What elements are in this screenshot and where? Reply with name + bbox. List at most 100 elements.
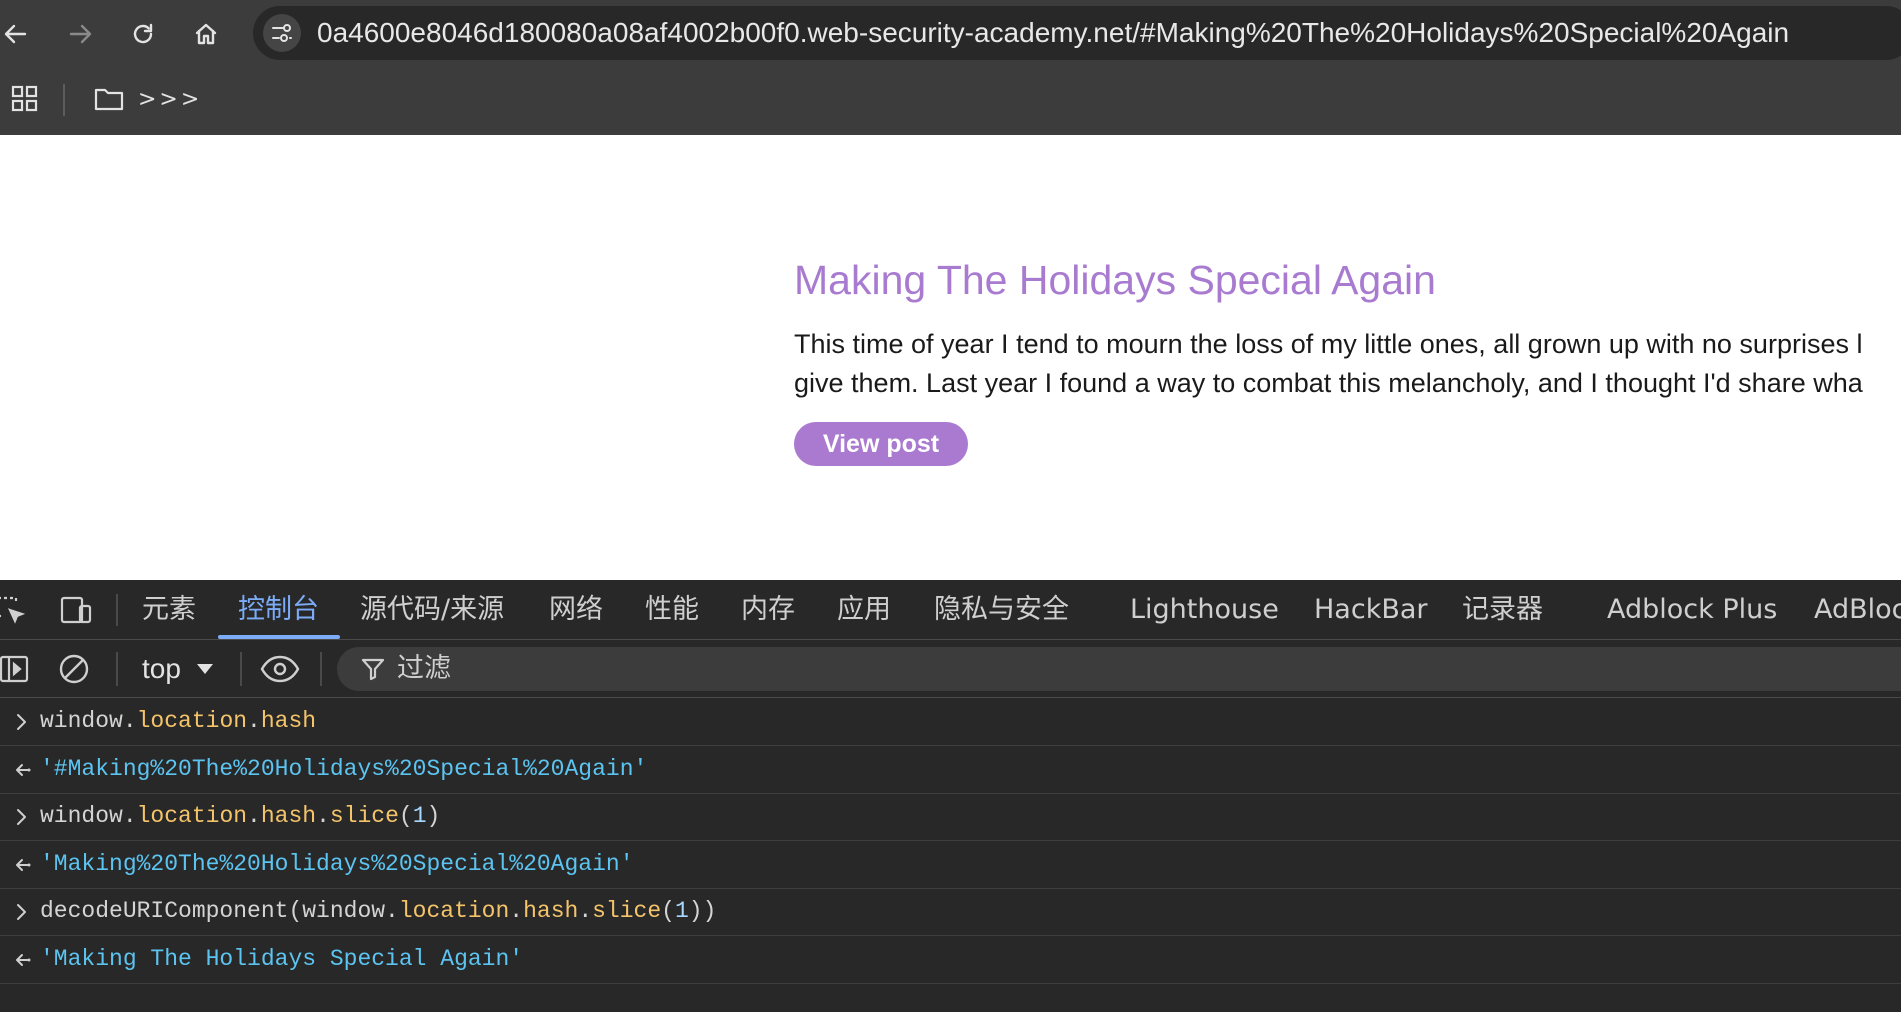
bookmarks-overflow[interactable]: >>> bbox=[138, 84, 202, 116]
code-token: hash bbox=[260, 708, 317, 734]
browser-toolbar: 0a4600e8046d180080a08af4002b00f0.web-sec… bbox=[0, 0, 1901, 66]
inspect-button[interactable] bbox=[0, 594, 28, 633]
code-token: . bbox=[247, 708, 261, 734]
tab-adblock-plus[interactable]: Adblock Plus bbox=[1607, 580, 1777, 639]
address-bar[interactable]: 0a4600e8046d180080a08af4002b00f0.web-sec… bbox=[253, 6, 1901, 60]
tab-recorder[interactable]: 记录器 bbox=[1462, 580, 1543, 639]
tab-lighthouse[interactable]: Lighthouse bbox=[1130, 580, 1279, 639]
device-toolbar-button[interactable] bbox=[58, 594, 94, 633]
code-token: hash bbox=[523, 898, 579, 924]
console-input-row[interactable]: decodeURIComponent(window.location.hash.… bbox=[0, 888, 1901, 936]
tab-adblock[interactable]: AdBloc bbox=[1814, 580, 1901, 639]
arrow-left-icon bbox=[4, 24, 27, 44]
return-arrow-icon bbox=[16, 858, 31, 871]
post-summary-line: give them. Last year I found a way to co… bbox=[794, 368, 1863, 398]
code-token: ( bbox=[661, 898, 675, 924]
filter-icon bbox=[361, 658, 385, 681]
console-output-row[interactable]: '#Making%20The%20Holidays%20Special%20Ag… bbox=[0, 746, 1901, 794]
site-info-button[interactable] bbox=[263, 14, 301, 52]
console-code: window.location.hash.slice(1) bbox=[40, 793, 440, 840]
code-token: '#Making%20The%20Holidays%20Special%20Ag… bbox=[40, 755, 648, 782]
eye-icon bbox=[260, 655, 300, 683]
code-token: ( bbox=[398, 803, 413, 829]
code-token: hash bbox=[260, 803, 317, 829]
tab-console[interactable]: 控制台 bbox=[238, 580, 319, 639]
code-token: location bbox=[136, 803, 248, 829]
tab-elements[interactable]: 元素 bbox=[142, 580, 196, 639]
back-button[interactable] bbox=[0, 14, 36, 54]
code-token: slice bbox=[592, 898, 662, 924]
tab-network[interactable]: 网络 bbox=[549, 580, 603, 639]
console-code: decodeURIComponent(window.location.hash.… bbox=[40, 888, 716, 935]
tab-performance[interactable]: 性能 bbox=[645, 580, 699, 639]
code-token: 'Making The Holidays Special Again' bbox=[40, 945, 524, 972]
live-expression-button[interactable] bbox=[260, 652, 300, 691]
post-title[interactable]: Making The Holidays Special Again bbox=[794, 257, 1436, 304]
code-token: 1 bbox=[412, 803, 427, 829]
code-token: . bbox=[316, 803, 330, 829]
devtools-panel: 元素 控制台 源代码/来源 网络 性能 内存 应用 隐私与安全 Lighthou… bbox=[0, 580, 1901, 1012]
bookmark-folder[interactable] bbox=[93, 84, 125, 119]
sidebar-toggle-icon bbox=[0, 655, 29, 683]
code-token: location bbox=[398, 898, 510, 924]
chevron-right-icon bbox=[17, 714, 26, 730]
url-text[interactable]: 0a4600e8046d180080a08af4002b00f0.web-sec… bbox=[317, 6, 1789, 60]
console-output-row[interactable]: 'Making%20The%20Holidays%20Special%20Aga… bbox=[0, 841, 1901, 889]
code-token: . bbox=[509, 898, 524, 924]
folder-icon bbox=[94, 88, 124, 111]
return-arrow-icon bbox=[16, 763, 31, 776]
console-output: window.location.hash '#Making%20The%20Hol… bbox=[0, 698, 1901, 1012]
chevron-right-icon bbox=[17, 809, 26, 825]
home-button[interactable] bbox=[186, 14, 226, 54]
home-icon bbox=[195, 23, 217, 45]
context-selector[interactable]: top bbox=[142, 640, 181, 697]
inspect-element-icon bbox=[0, 596, 26, 624]
console-input-row[interactable]: window.location.hash.slice(1) bbox=[0, 793, 1901, 841]
tab-hackbar[interactable]: HackBar bbox=[1314, 580, 1428, 639]
sidebar-toggle-button[interactable] bbox=[0, 652, 32, 691]
post-summary-line: This time of year I tend to mourn the lo… bbox=[794, 329, 1863, 359]
code-token: . bbox=[247, 803, 261, 829]
tab-privacy-security[interactable]: 隐私与安全 bbox=[934, 580, 1069, 639]
tab-memory[interactable]: 内存 bbox=[741, 580, 795, 639]
active-tab-indicator bbox=[218, 635, 340, 639]
tab-divider bbox=[116, 594, 118, 626]
code-token: location bbox=[136, 708, 248, 734]
clear-console-button[interactable] bbox=[57, 652, 91, 691]
forward-button[interactable] bbox=[60, 14, 100, 54]
code-token: slice bbox=[329, 803, 399, 829]
device-toolbar-icon bbox=[60, 596, 92, 624]
code-token: 1 bbox=[674, 898, 689, 924]
chevron-right-icon bbox=[17, 904, 26, 920]
apps-button[interactable] bbox=[10, 84, 40, 119]
bookmarks-bar: >>> bbox=[0, 66, 1901, 135]
tab-sources[interactable]: 源代码/来源 bbox=[360, 580, 504, 639]
code-token: ) bbox=[426, 803, 441, 829]
console-input-row[interactable]: window.location.hash bbox=[0, 698, 1901, 746]
post-summary: This time of year I tend to mourn the lo… bbox=[794, 325, 1901, 403]
arrow-right-icon bbox=[69, 24, 92, 44]
code-token: )) bbox=[688, 898, 717, 924]
code-token: . bbox=[578, 898, 593, 924]
clear-console-icon bbox=[59, 654, 89, 684]
code-token: window. bbox=[40, 708, 137, 734]
reload-icon bbox=[133, 23, 153, 44]
tune-icon bbox=[272, 24, 292, 42]
console-code: window.location.hash bbox=[40, 698, 316, 745]
code-token: decodeURIComponent(window. bbox=[40, 898, 399, 924]
console-code: '#Making%20The%20Holidays%20Special%20Ag… bbox=[40, 746, 647, 793]
tab-application[interactable]: 应用 bbox=[837, 580, 891, 639]
reload-button[interactable] bbox=[123, 14, 163, 54]
filter-input[interactable]: 过滤 bbox=[337, 647, 1901, 691]
filter-placeholder: 过滤 bbox=[397, 653, 451, 684]
code-token: 'Making%20The%20Holidays%20Special%20Aga… bbox=[40, 850, 634, 877]
code-token: window. bbox=[40, 803, 137, 829]
return-arrow-icon bbox=[16, 953, 31, 966]
devtools-tabbar: 元素 控制台 源代码/来源 网络 性能 内存 应用 隐私与安全 Lighthou… bbox=[0, 580, 1901, 640]
console-output-row[interactable]: 'Making The Holidays Special Again' bbox=[0, 936, 1901, 984]
console-code: 'Making The Holidays Special Again' bbox=[40, 936, 523, 983]
chevron-down-icon bbox=[197, 664, 213, 674]
console-toolbar: top 过滤 bbox=[0, 640, 1901, 698]
bookmark-divider bbox=[63, 84, 65, 116]
view-post-button[interactable]: View post bbox=[794, 422, 968, 466]
